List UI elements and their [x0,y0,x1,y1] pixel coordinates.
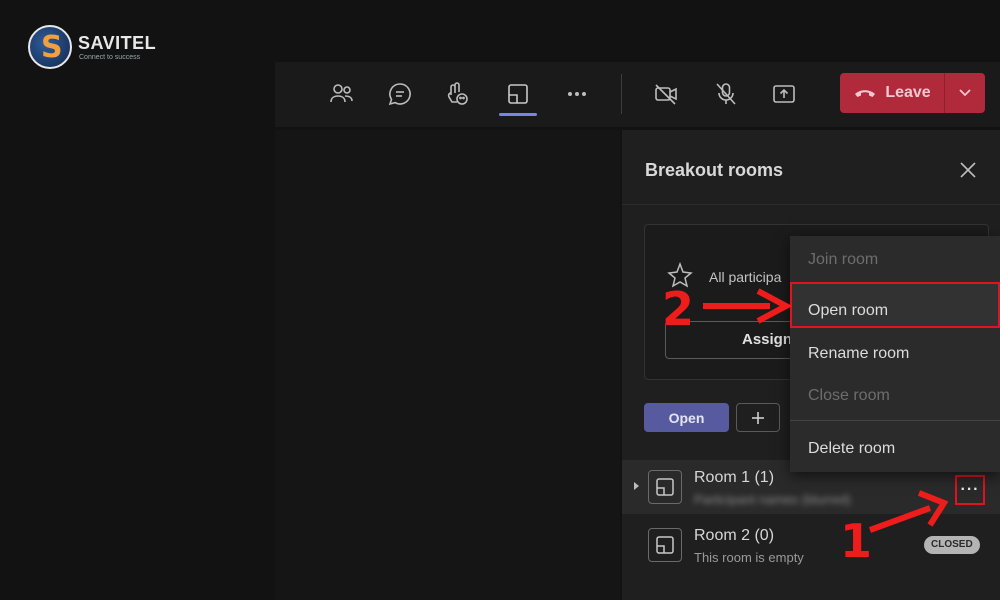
menu-item-open-room[interactable]: Open room [790,282,1000,328]
room-more-options-button[interactable]: ··· [955,475,985,505]
meeting-stage [275,130,620,600]
camera-off-icon [655,84,677,105]
people-icon [330,84,353,103]
logo-mark: S [28,25,72,69]
logo-slogan: Connect to success [79,54,141,61]
react-icon [447,82,468,105]
savitel-logo: S SAVITEL Connect to success [28,25,168,71]
menu-item-label: Close room [808,387,890,404]
panel-title: Breakout rooms [645,160,784,180]
add-room-button[interactable] [736,403,780,432]
room-context-menu: Join room Open room Rename room Close ro… [790,236,1000,472]
camera-toggle-button[interactable] [643,62,689,126]
close-panel-button[interactable] [956,158,980,182]
room-icon [648,528,682,562]
room-name: Room 2 (0) [694,527,775,544]
close-icon [960,162,976,178]
room-participants: Participant names (blurred) [694,492,851,507]
leave-label: Leave [885,84,931,101]
leave-button[interactable]: Leave [840,73,944,113]
chat-button[interactable] [377,62,423,126]
menu-divider [790,420,1000,421]
menu-item-label: Rename room [808,345,910,362]
room-name: Room 1 (1) [694,469,775,486]
active-tab-indicator [499,113,537,116]
plus-icon [752,411,764,424]
menu-item-label: Open room [808,302,889,319]
breakout-rooms-button[interactable] [495,62,541,126]
menu-item-label: Delete room [808,440,896,457]
leave-options-button[interactable] [945,73,985,113]
react-button[interactable] [435,62,481,126]
more-icon: ··· [960,481,980,498]
room-icon [648,470,682,504]
panel-divider [622,204,1000,205]
people-button[interactable] [319,62,365,126]
step-2-label: 2 [662,282,695,336]
menu-item-join-room: Join room [790,240,1000,280]
meeting-toolbar: Leave [275,62,1000,127]
share-icon [773,85,795,103]
mic-toggle-button[interactable] [703,62,749,126]
menu-item-delete-room[interactable]: Delete room [790,429,1000,469]
menu-item-rename-room[interactable]: Rename room [790,334,1000,374]
status-badge: CLOSED [924,536,980,554]
more-icon [568,92,586,96]
chat-icon [388,83,411,106]
mic-off-icon [716,83,736,105]
more-actions-button[interactable] [554,62,600,126]
share-button[interactable] [761,62,807,126]
open-rooms-button[interactable]: Open [644,403,729,432]
rooms-icon [508,84,528,104]
hang-up-icon [855,90,876,97]
menu-item-label: Join room [808,251,879,268]
menu-item-close-room: Close room [790,376,1000,416]
logo-brand: SAVITEL [78,33,157,53]
assign-description: All participa [709,269,782,285]
expand-caret-icon[interactable] [634,482,639,490]
toolbar-divider [621,74,622,114]
assign-button-label: Assign [742,331,793,348]
step-1-label: 1 [840,514,873,568]
room-list-item[interactable]: Room 2 (0) This room is empty CLOSED [622,518,1000,572]
room-status-text: This room is empty [694,550,804,565]
chevron-down-icon [959,89,971,97]
leave-button-group: Leave [840,73,985,113]
